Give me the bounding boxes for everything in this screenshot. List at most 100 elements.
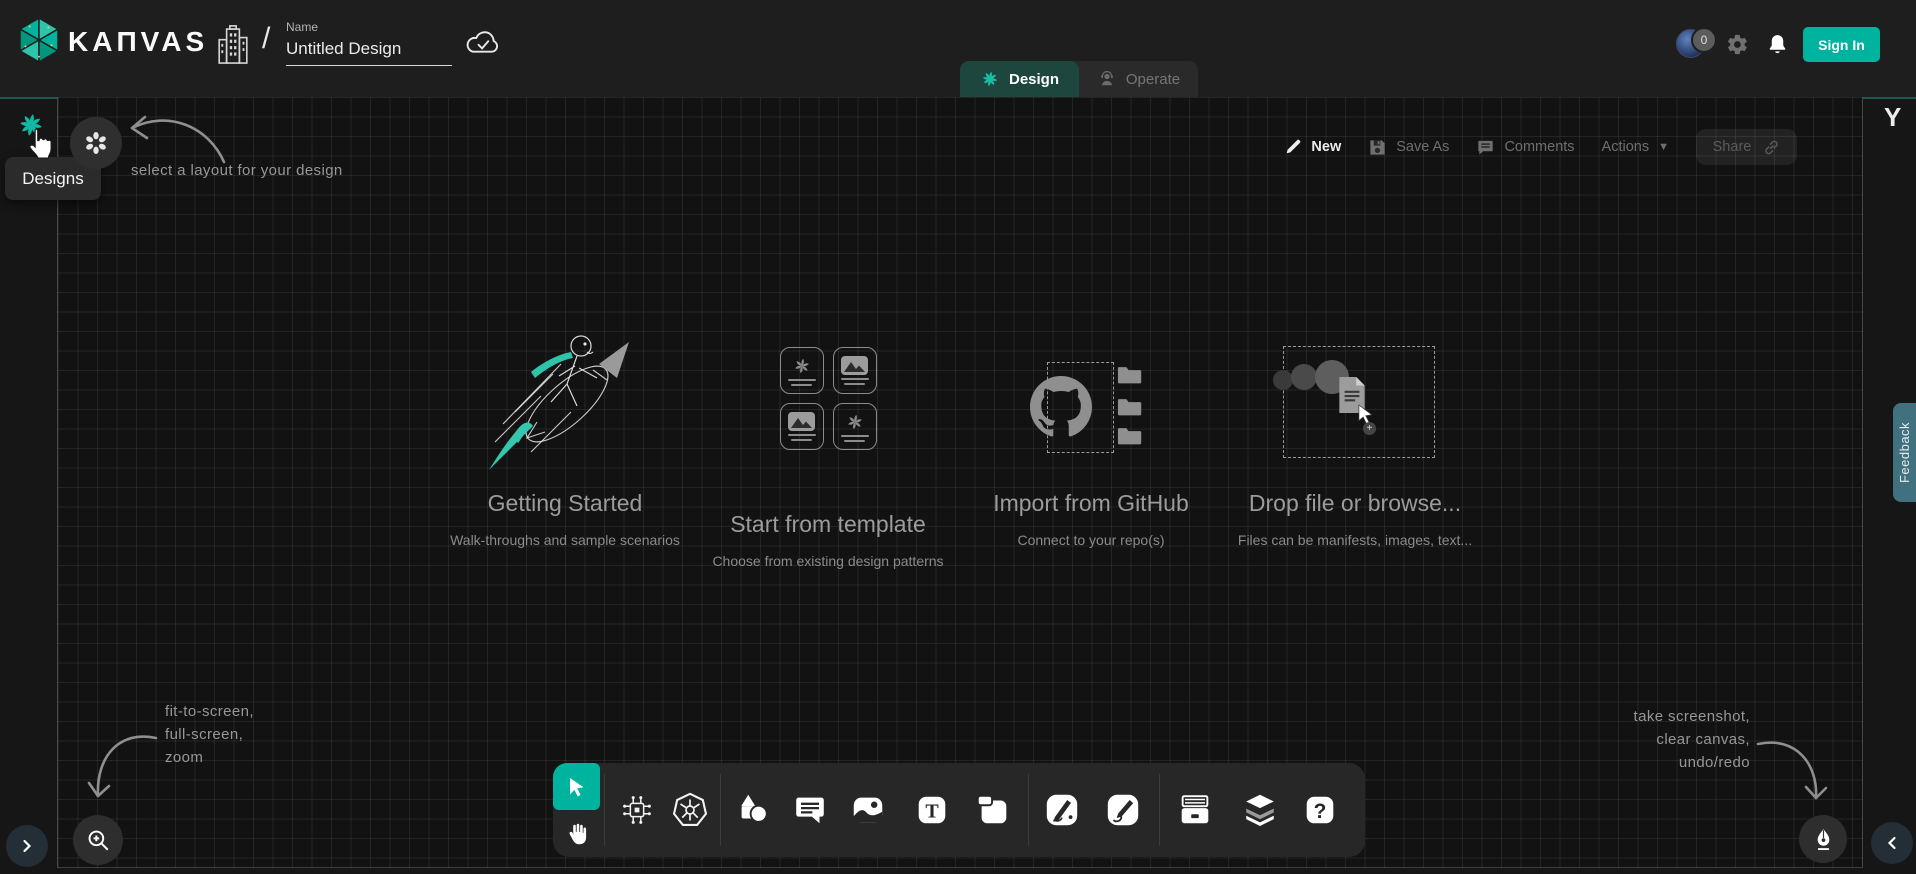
gear-icon[interactable]	[1726, 33, 1749, 61]
design-name-group: Name	[286, 20, 452, 66]
help-tool-button[interactable]: ?	[1301, 791, 1339, 829]
link-icon	[1763, 139, 1780, 156]
share-button[interactable]: Share	[1696, 129, 1797, 165]
text-tool-button[interactable]: T	[913, 791, 951, 829]
zoom-button[interactable]	[73, 815, 123, 865]
card-title: Getting Started	[435, 490, 695, 517]
screenshot-tools-button[interactable]	[1799, 815, 1847, 863]
kubernetes-tool-button[interactable]	[671, 791, 709, 829]
card-title: Drop file or browse...	[1225, 490, 1485, 517]
components-tool-button[interactable]	[618, 791, 656, 829]
pan-tool-button[interactable]	[553, 810, 600, 857]
expand-left-panel-button[interactable]	[6, 825, 48, 867]
drawer-tool-button[interactable]	[1176, 791, 1214, 829]
hand-cursor-icon	[23, 126, 57, 169]
note-icon	[974, 791, 1012, 829]
layout-button[interactable]	[70, 117, 122, 169]
app-header: KAΠVAS / Name	[0, 0, 1916, 97]
folder-icon	[1117, 396, 1143, 417]
pencil-tool-button[interactable]	[1104, 791, 1142, 829]
chevron-right-icon	[20, 839, 34, 853]
tab-operate-label: Operate	[1126, 71, 1180, 88]
design-name-input[interactable]	[286, 37, 452, 66]
pen-icon	[1043, 790, 1081, 830]
toolbar-divider	[1159, 774, 1160, 846]
kanvas-logo-icon[interactable]	[16, 15, 62, 70]
template-grid-illustration	[698, 347, 958, 509]
layers-icon	[1241, 790, 1279, 830]
screenshot-hint-text: take screenshot, clear canvas, undo/redo	[1560, 705, 1750, 774]
template-tile	[833, 347, 877, 394]
select-tool-button[interactable]	[553, 763, 600, 810]
hand-pan-icon	[564, 821, 590, 847]
cursor-icon	[565, 775, 589, 799]
freehand-pencil-icon	[1104, 790, 1142, 830]
chevron-left-icon	[1885, 836, 1899, 850]
right-rail-logo[interactable]: Y	[1884, 102, 1901, 133]
shapes-tool-button[interactable]	[734, 791, 772, 829]
chevron-down-icon: ▼	[1658, 141, 1669, 153]
card-title: Start from template	[698, 511, 958, 538]
bell-icon[interactable]	[1765, 31, 1790, 63]
comment-tool-button[interactable]	[791, 791, 829, 829]
note-tool-button[interactable]	[974, 791, 1012, 829]
mode-tabbar: Design Operate	[960, 61, 1198, 97]
actions-dropdown[interactable]: Actions ▼	[1602, 139, 1669, 155]
zoom-hint-text: fit-to-screen, full-screen, zoom	[165, 700, 254, 769]
pen-tool-button[interactable]	[1043, 791, 1081, 829]
toolbar-divider	[604, 774, 605, 846]
import-from-github-card[interactable]: Import from GitHub Connect to your repo(…	[961, 326, 1221, 548]
template-tile	[833, 403, 877, 450]
sign-in-button[interactable]: Sign In	[1803, 27, 1880, 62]
save-as-button[interactable]: Save As	[1368, 138, 1449, 157]
dot-small	[1273, 370, 1293, 390]
getting-started-card[interactable]: Getting Started Walk-throughs and sample…	[435, 326, 695, 548]
layers-tool-button[interactable]	[1241, 791, 1279, 829]
feedback-tab[interactable]: Feedback	[1893, 403, 1916, 502]
tab-operate[interactable]: Operate	[1079, 61, 1198, 97]
layout-hint-text: select a layout for your design	[131, 162, 343, 179]
tab-design-label: Design	[1009, 71, 1059, 88]
card-title: Import from GitHub	[961, 490, 1221, 517]
toolbar-divider	[1028, 774, 1029, 846]
comment-bubble-icon	[791, 791, 829, 829]
operator-headset-icon	[1097, 69, 1117, 89]
brand-name: KAΠVAS	[68, 26, 208, 58]
folder-icon	[1117, 364, 1143, 385]
card-subtitle: Files can be manifests, images, text...	[1225, 532, 1485, 548]
toolbar-divider	[720, 774, 721, 846]
new-button[interactable]: New	[1284, 138, 1341, 156]
kubernetes-icon	[671, 790, 709, 830]
breadcrumb-separator: /	[262, 22, 270, 56]
question-icon: ?	[1301, 791, 1339, 829]
text-icon: T	[913, 791, 951, 829]
rocket-illustration	[435, 326, 695, 488]
folder-icon	[1117, 425, 1143, 446]
feedback-label: Feedback	[1897, 422, 1912, 483]
save-icon	[1368, 138, 1387, 157]
canvas-action-bar: New Save As Comments Actions ▼ Share	[1284, 129, 1797, 165]
drawer-icon	[1176, 791, 1214, 829]
drop-file-card[interactable]: + Drop file or browse... Files can be ma…	[1225, 326, 1485, 548]
tab-design[interactable]: Design	[960, 61, 1079, 97]
expand-right-panel-button[interactable]	[1871, 822, 1913, 864]
zoom-in-icon	[85, 827, 111, 853]
comments-button[interactable]: Comments	[1476, 138, 1574, 157]
plus-badge: +	[1363, 422, 1376, 435]
notification-count-badge[interactable]: 0	[1691, 27, 1717, 53]
image-tool-button[interactable]	[849, 791, 887, 829]
comment-icon	[1476, 138, 1495, 157]
organization-icon[interactable]	[216, 24, 250, 71]
dot-medium	[1291, 364, 1317, 390]
template-tile	[780, 403, 824, 450]
image-icon	[849, 791, 887, 829]
pen-nib-icon	[1811, 827, 1836, 852]
shapes-icon	[734, 791, 772, 829]
start-from-template-card[interactable]: Start from template Choose from existing…	[698, 326, 958, 569]
design-name-label: Name	[286, 20, 452, 34]
github-icon	[1030, 376, 1092, 438]
flower-icon	[83, 130, 109, 156]
svg-text:?: ?	[1314, 800, 1327, 823]
template-tile	[780, 347, 824, 394]
image-thumb-icon	[841, 356, 868, 375]
